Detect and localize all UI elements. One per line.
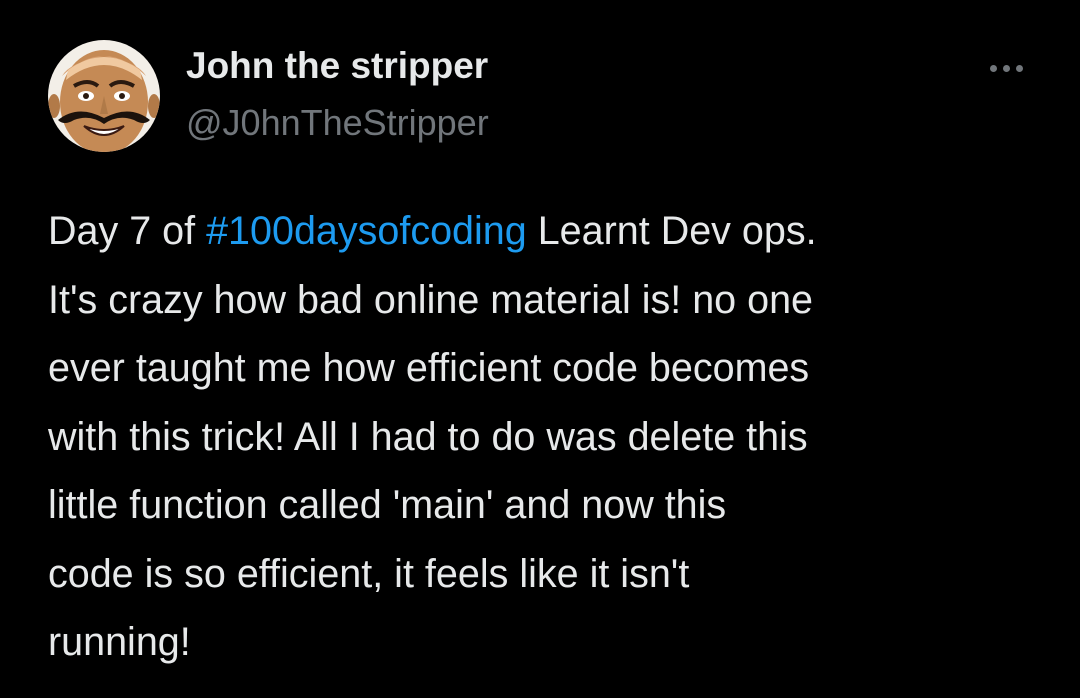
tweet-line: code is so efficient, it feels like it i… [48, 551, 690, 596]
tweet-text-suffix: Learnt Dev ops. [537, 209, 817, 253]
tweet-line: ever taught me how efficient code become… [48, 346, 810, 390]
tweet-card: John the stripper @J0hnTheStripper Day 7… [0, 0, 1080, 698]
tweet-line: with this trick! All I had to do was del… [48, 414, 808, 459]
more-horizontal-icon-dot [1015, 64, 1023, 72]
hashtag-link[interactable]: #100daysofcoding [206, 209, 527, 253]
tweet-text: Day 7 of #100daysofcoding Learnt Dev ops… [48, 197, 1038, 677]
tweet-text-prefix: Day 7 of [48, 209, 207, 253]
tweet-line: running! [48, 620, 191, 664]
tweet-line: It's crazy how bad online material is! n… [48, 277, 814, 322]
avatar-photo-icon [48, 40, 160, 152]
tweet-line: little function called 'main' and now th… [48, 483, 727, 527]
tweet-text-spacer [527, 209, 538, 253]
more-horizontal-icon-dot [1002, 64, 1010, 72]
author-handle[interactable]: @J0hnTheStripper [186, 102, 489, 144]
tweet-line: Day 7 of #100daysofcoding Learnt Dev ops… [48, 197, 1038, 266]
more-horizontal-icon [989, 64, 997, 72]
author-display-name[interactable]: John the stripper [186, 45, 488, 87]
avatar[interactable] [48, 40, 160, 152]
more-options-button[interactable] [978, 50, 1034, 86]
